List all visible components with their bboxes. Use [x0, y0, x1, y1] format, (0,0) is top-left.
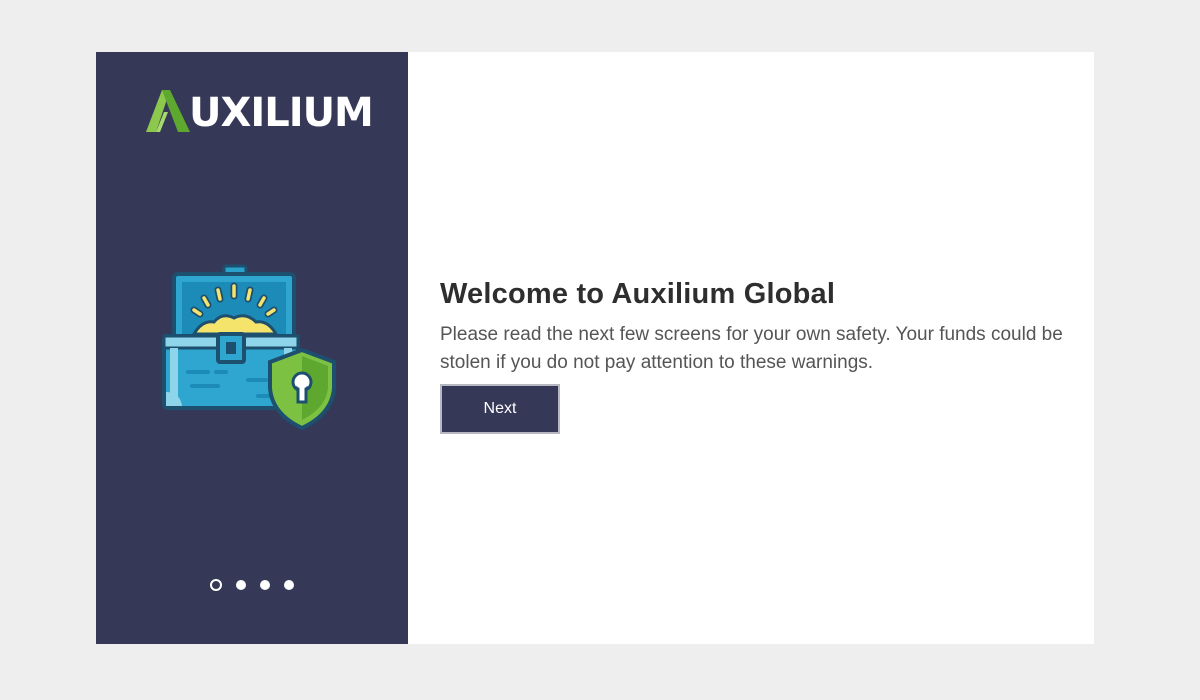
logo-mark-icon [146, 90, 190, 132]
pagination-dot-4[interactable] [284, 580, 294, 590]
onboarding-card: UXILIUM Welcome to Auxilium Global Pleas… [96, 52, 1094, 644]
pagination-dot-3[interactable] [260, 580, 270, 590]
treasure-chest-shield-lock-icon [162, 264, 336, 431]
pagination-dot-2[interactable] [236, 580, 246, 590]
sidebar-panel: UXILIUM [96, 52, 408, 644]
page-description: Please read the next few screens for you… [440, 324, 1063, 373]
main-content: Welcome to Auxilium Global Please read t… [408, 52, 1094, 644]
brand-logo: UXILIUM [146, 86, 374, 136]
logo-text: UXILIUM [189, 90, 374, 136]
pagination-dot-1[interactable] [210, 579, 222, 591]
next-button[interactable]: Next [440, 384, 560, 434]
pagination-dots [210, 579, 294, 591]
page-title: Welcome to Auxilium Global [440, 278, 836, 310]
